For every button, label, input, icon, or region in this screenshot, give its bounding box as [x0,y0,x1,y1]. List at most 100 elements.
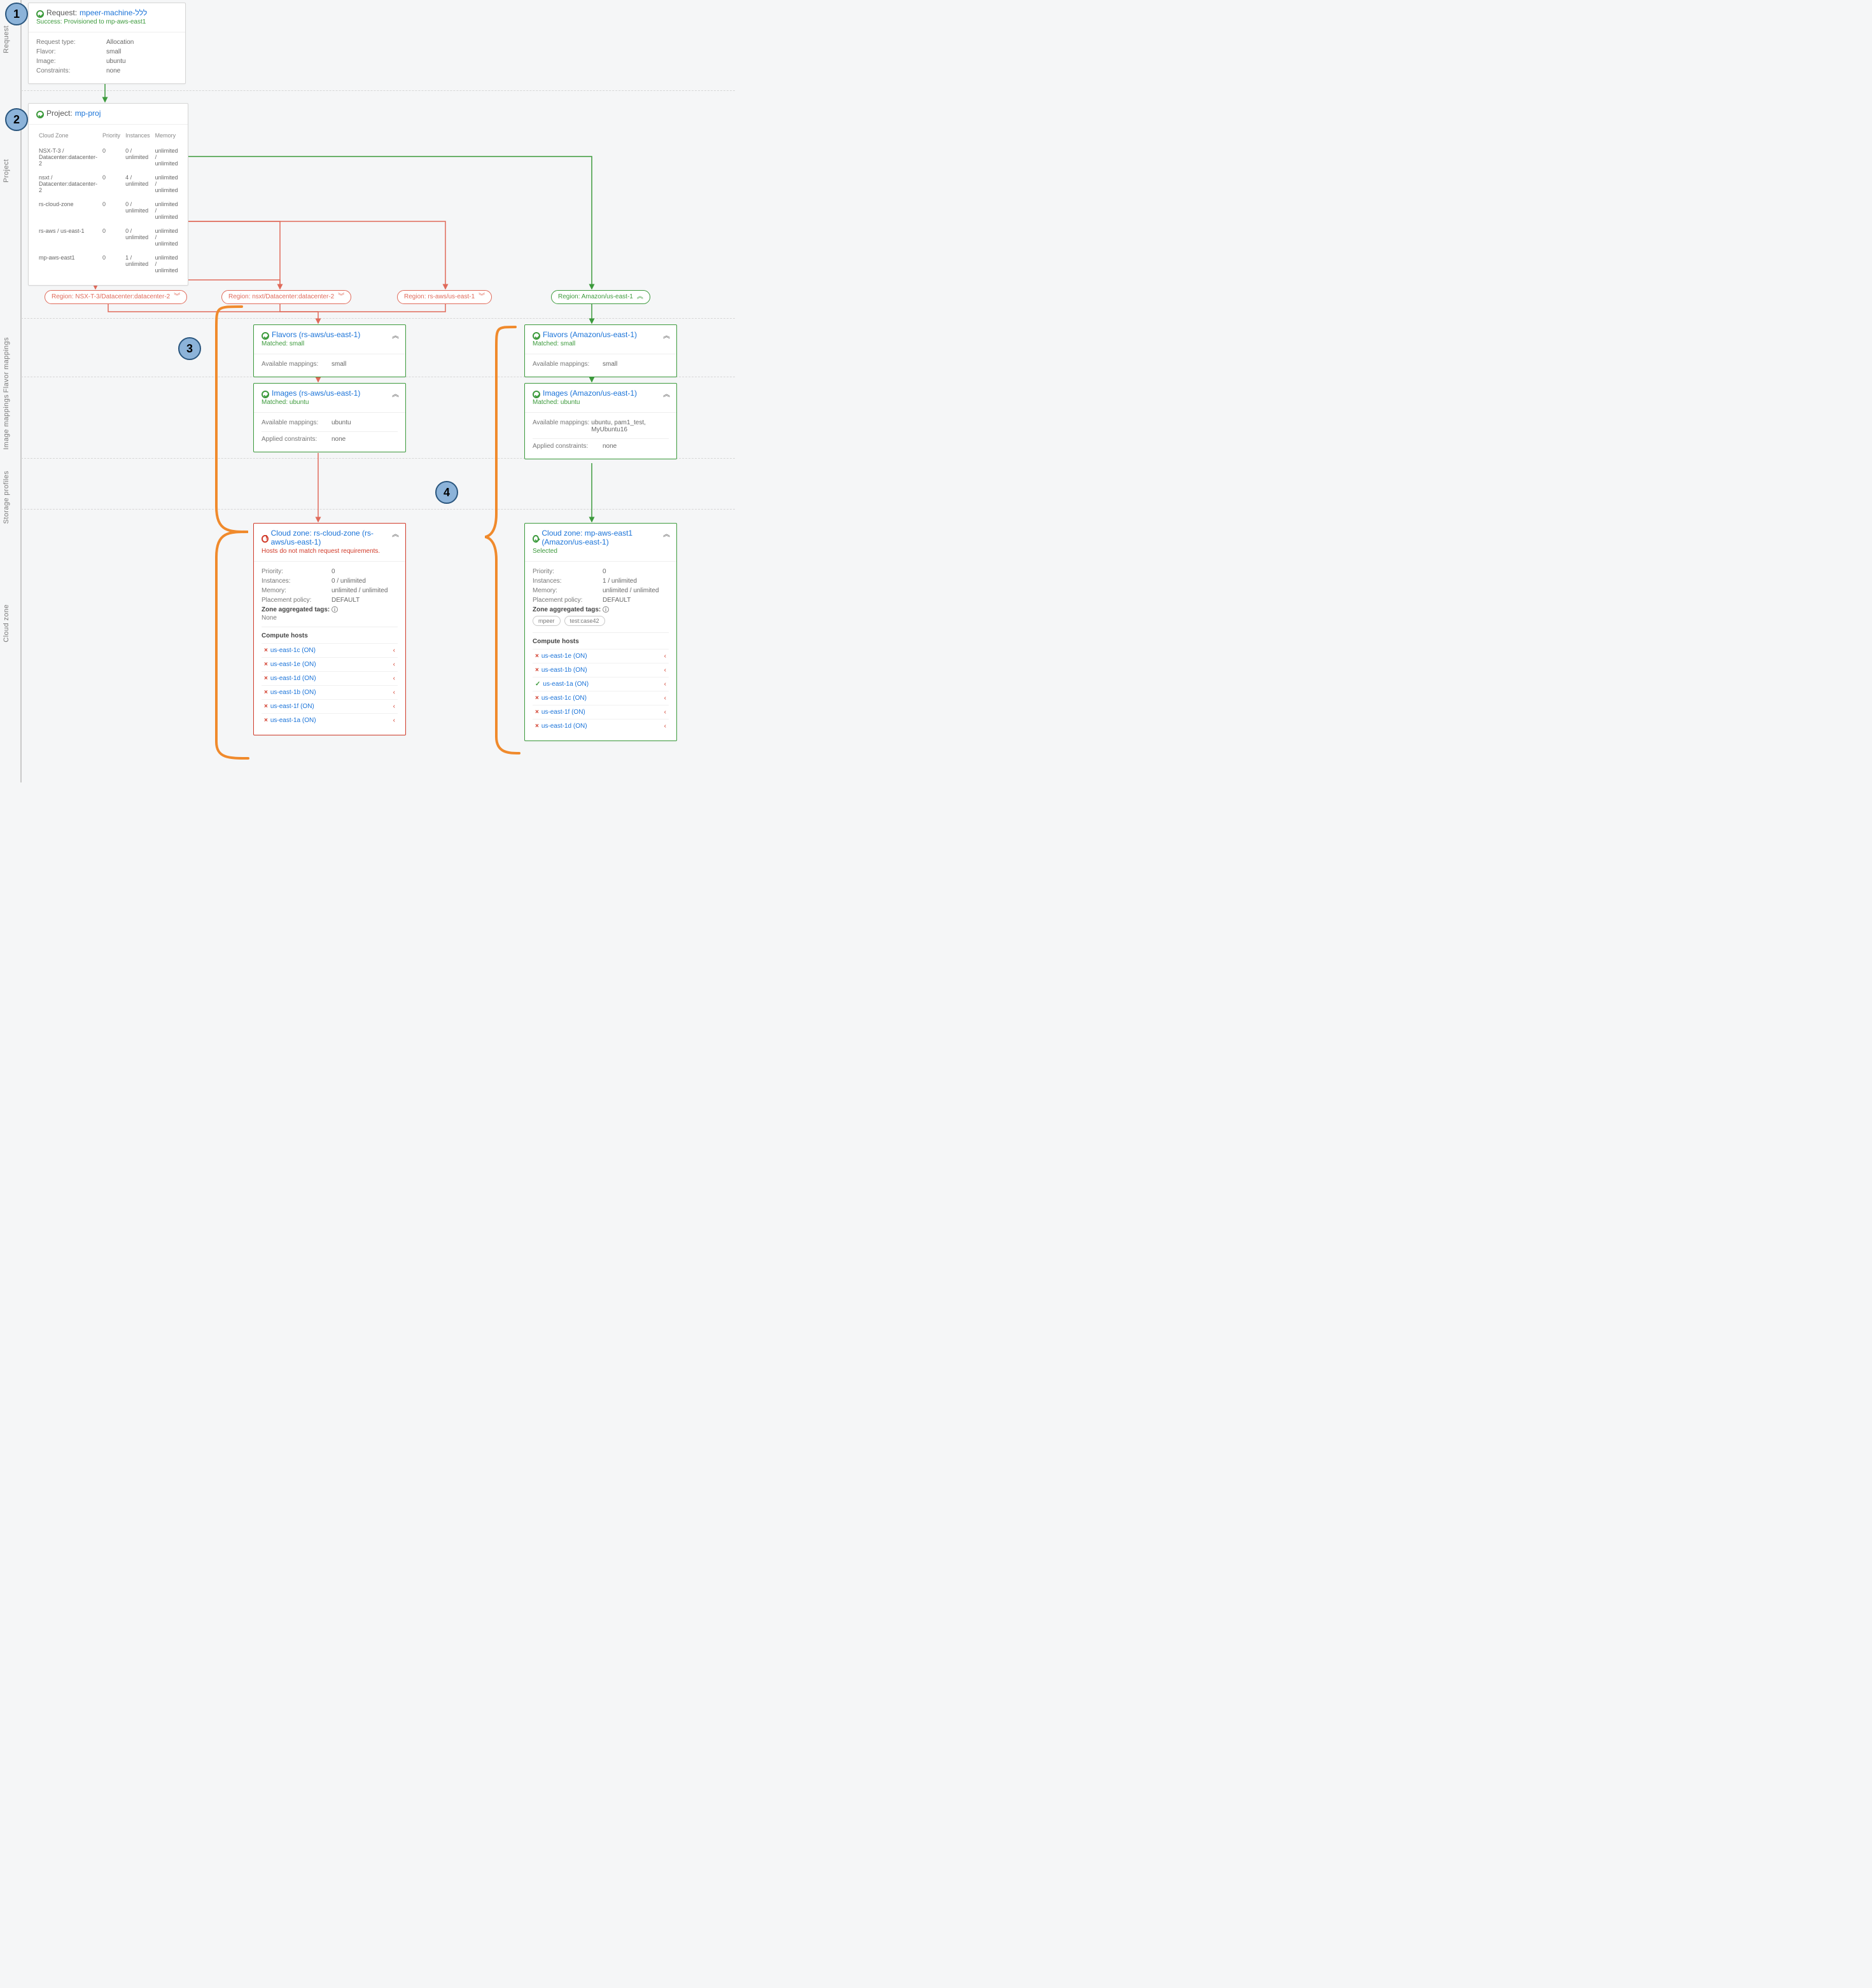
host-link[interactable]: us-east-1d (ON) [270,675,316,682]
compute-host-row[interactable]: ×us-east-1b (ON) ‹ [533,663,669,677]
collapse-icon[interactable]: ︽ [392,529,399,539]
table-row: rs-aws / us-east-100 / unlimitedunlimite… [36,224,181,251]
compute-host-row[interactable]: ×us-east-1e (ON) ‹ [262,657,398,671]
compute-host-row[interactable]: ×us-east-1d (ON) ‹ [262,671,398,685]
host-link[interactable]: us-east-1c (ON) [541,695,587,702]
chevron-up-icon: ︽ [633,293,643,300]
images-card-right[interactable]: ︽ Images (Amazon/us-east-1) Matched: ubu… [524,383,677,459]
callout-1: 1 [5,3,28,25]
x-icon: × [535,667,539,674]
host-link[interactable]: us-east-1e (ON) [270,661,316,668]
zone-tag: mpeer [533,616,561,626]
check-icon: ✓ [535,681,540,688]
callout-3: 3 [178,337,201,360]
chevron-down-icon: ︾ [170,293,180,300]
success-icon [262,332,269,340]
host-link[interactable]: us-east-1d (ON) [541,723,587,730]
chevron-left-icon[interactable]: ‹ [664,695,666,702]
collapse-icon[interactable]: ︽ [663,529,670,539]
compute-host-row[interactable]: ×us-east-1f (ON) ‹ [262,699,398,713]
host-link[interactable]: us-east-1a (ON) [543,681,589,688]
lane-sep [21,90,735,91]
chevron-left-icon[interactable]: ‹ [393,647,395,654]
region-pill-nsxt3[interactable]: Region: NSX-T-3/Datacenter:datacenter-2︾ [45,290,187,304]
flavors-card-right[interactable]: ︽ Flavors (Amazon/us-east-1) Matched: sm… [524,324,677,377]
x-icon: × [264,647,268,654]
chevron-down-icon: ︾ [334,293,344,300]
info-icon[interactable]: i [603,606,609,613]
collapse-icon[interactable]: ︽ [663,389,670,399]
chevron-left-icon[interactable]: ‹ [393,717,395,724]
compute-hosts-heading: Compute hosts [533,638,669,645]
chevron-left-icon[interactable]: ‹ [664,681,666,688]
success-icon [533,332,540,340]
collapse-icon[interactable]: ︽ [392,330,399,340]
region-pill-amazon[interactable]: Region: Amazon/us-east-1︽ [551,290,650,304]
collapse-icon[interactable]: ︽ [392,389,399,399]
request-card[interactable]: Request: mpeer-machine-ללל Success: Prov… [28,3,186,84]
region-pill-rsaws[interactable]: Region: rs-aws/us-east-1︾ [397,290,492,304]
x-icon: × [264,703,268,710]
project-title: Project: mp-proj [36,109,180,118]
host-link[interactable]: us-east-1c (ON) [270,647,316,654]
x-icon: × [535,709,539,716]
flavors-card-left[interactable]: ︽ Flavors (rs-aws/us-east-1) Matched: sm… [253,324,406,377]
success-icon [533,535,539,543]
cloudzone-card-right[interactable]: ︽ Cloud zone: mp-aws-east1 (Amazon/us-ea… [524,523,677,741]
lane-label-storage: Storage profiles [3,471,19,524]
chevron-left-icon[interactable]: ‹ [393,689,395,696]
success-icon [262,391,269,398]
chevron-down-icon: ︾ [475,293,485,300]
host-link[interactable]: us-east-1b (ON) [270,689,316,696]
lane-label-image: Image mappings [3,394,19,450]
host-link[interactable]: us-east-1b (ON) [541,667,587,674]
x-icon: × [264,661,268,668]
provisioning-diagram: Request Project Flavor mappings Image ma… [0,0,735,782]
request-title: Request: mpeer-machine-ללל [36,8,178,17]
host-link[interactable]: us-east-1e (ON) [541,653,587,660]
lane-sep [21,318,735,319]
x-icon: × [535,695,539,702]
lane-label-request: Request [3,25,19,53]
compute-host-row[interactable]: ×us-east-1b (ON) ‹ [262,685,398,699]
project-table: Cloud Zone Priority Instances Memory NSX… [36,130,181,277]
compute-host-row[interactable]: ×us-east-1c (ON) ‹ [533,691,669,705]
host-link[interactable]: us-east-1f (ON) [541,709,585,716]
chevron-left-icon[interactable]: ‹ [393,703,395,710]
host-link[interactable]: us-east-1f (ON) [270,703,314,710]
lane-label-flavor: Flavor mappings [3,337,19,393]
callout-4: 4 [435,481,458,504]
chevron-left-icon[interactable]: ‹ [664,723,666,730]
compute-host-row[interactable]: ×us-east-1f (ON) ‹ [533,705,669,719]
table-row: NSX-T-3 / Datacenter:datacenter-200 / un… [36,144,181,170]
collapse-icon[interactable]: ︽ [663,330,670,340]
chevron-left-icon[interactable]: ‹ [664,653,666,660]
images-card-left[interactable]: ︽ Images (rs-aws/us-east-1) Matched: ubu… [253,383,406,452]
brace-right [484,323,522,756]
chevron-left-icon[interactable]: ‹ [664,667,666,674]
success-icon [36,10,44,18]
compute-host-row[interactable]: ×us-east-1d (ON) ‹ [533,719,669,733]
region-pill-nsxt[interactable]: Region: nsxt/Datacenter:datacenter-2︾ [221,290,351,304]
compute-host-row[interactable]: ✓us-east-1a (ON) ‹ [533,677,669,691]
cloudzone-card-left[interactable]: ︽ Cloud zone: rs-cloud-zone (rs-aws/us-e… [253,523,406,735]
x-icon: × [264,675,268,682]
host-link[interactable]: us-east-1a (ON) [270,717,316,724]
table-row: rs-cloud-zone00 / unlimitedunlimited / u… [36,197,181,224]
chevron-left-icon[interactable]: ‹ [664,709,666,716]
compute-host-row[interactable]: ×us-east-1c (ON) ‹ [262,643,398,657]
lane-label-project: Project [3,159,19,183]
chevron-left-icon[interactable]: ‹ [393,661,395,668]
compute-host-row[interactable]: ×us-east-1a (ON) ‹ [262,713,398,727]
x-icon: × [535,723,539,730]
compute-host-row[interactable]: ×us-east-1e (ON) ‹ [533,649,669,663]
x-icon: × [264,689,268,696]
project-card[interactable]: Project: mp-proj Cloud Zone Priority Ins… [28,103,188,286]
x-icon: × [535,653,539,660]
x-icon: × [264,717,268,724]
chevron-left-icon[interactable]: ‹ [393,675,395,682]
brace-left [38,303,255,761]
success-icon [36,111,44,118]
info-icon[interactable]: i [332,606,338,613]
zone-tag: test:case42 [564,616,605,626]
